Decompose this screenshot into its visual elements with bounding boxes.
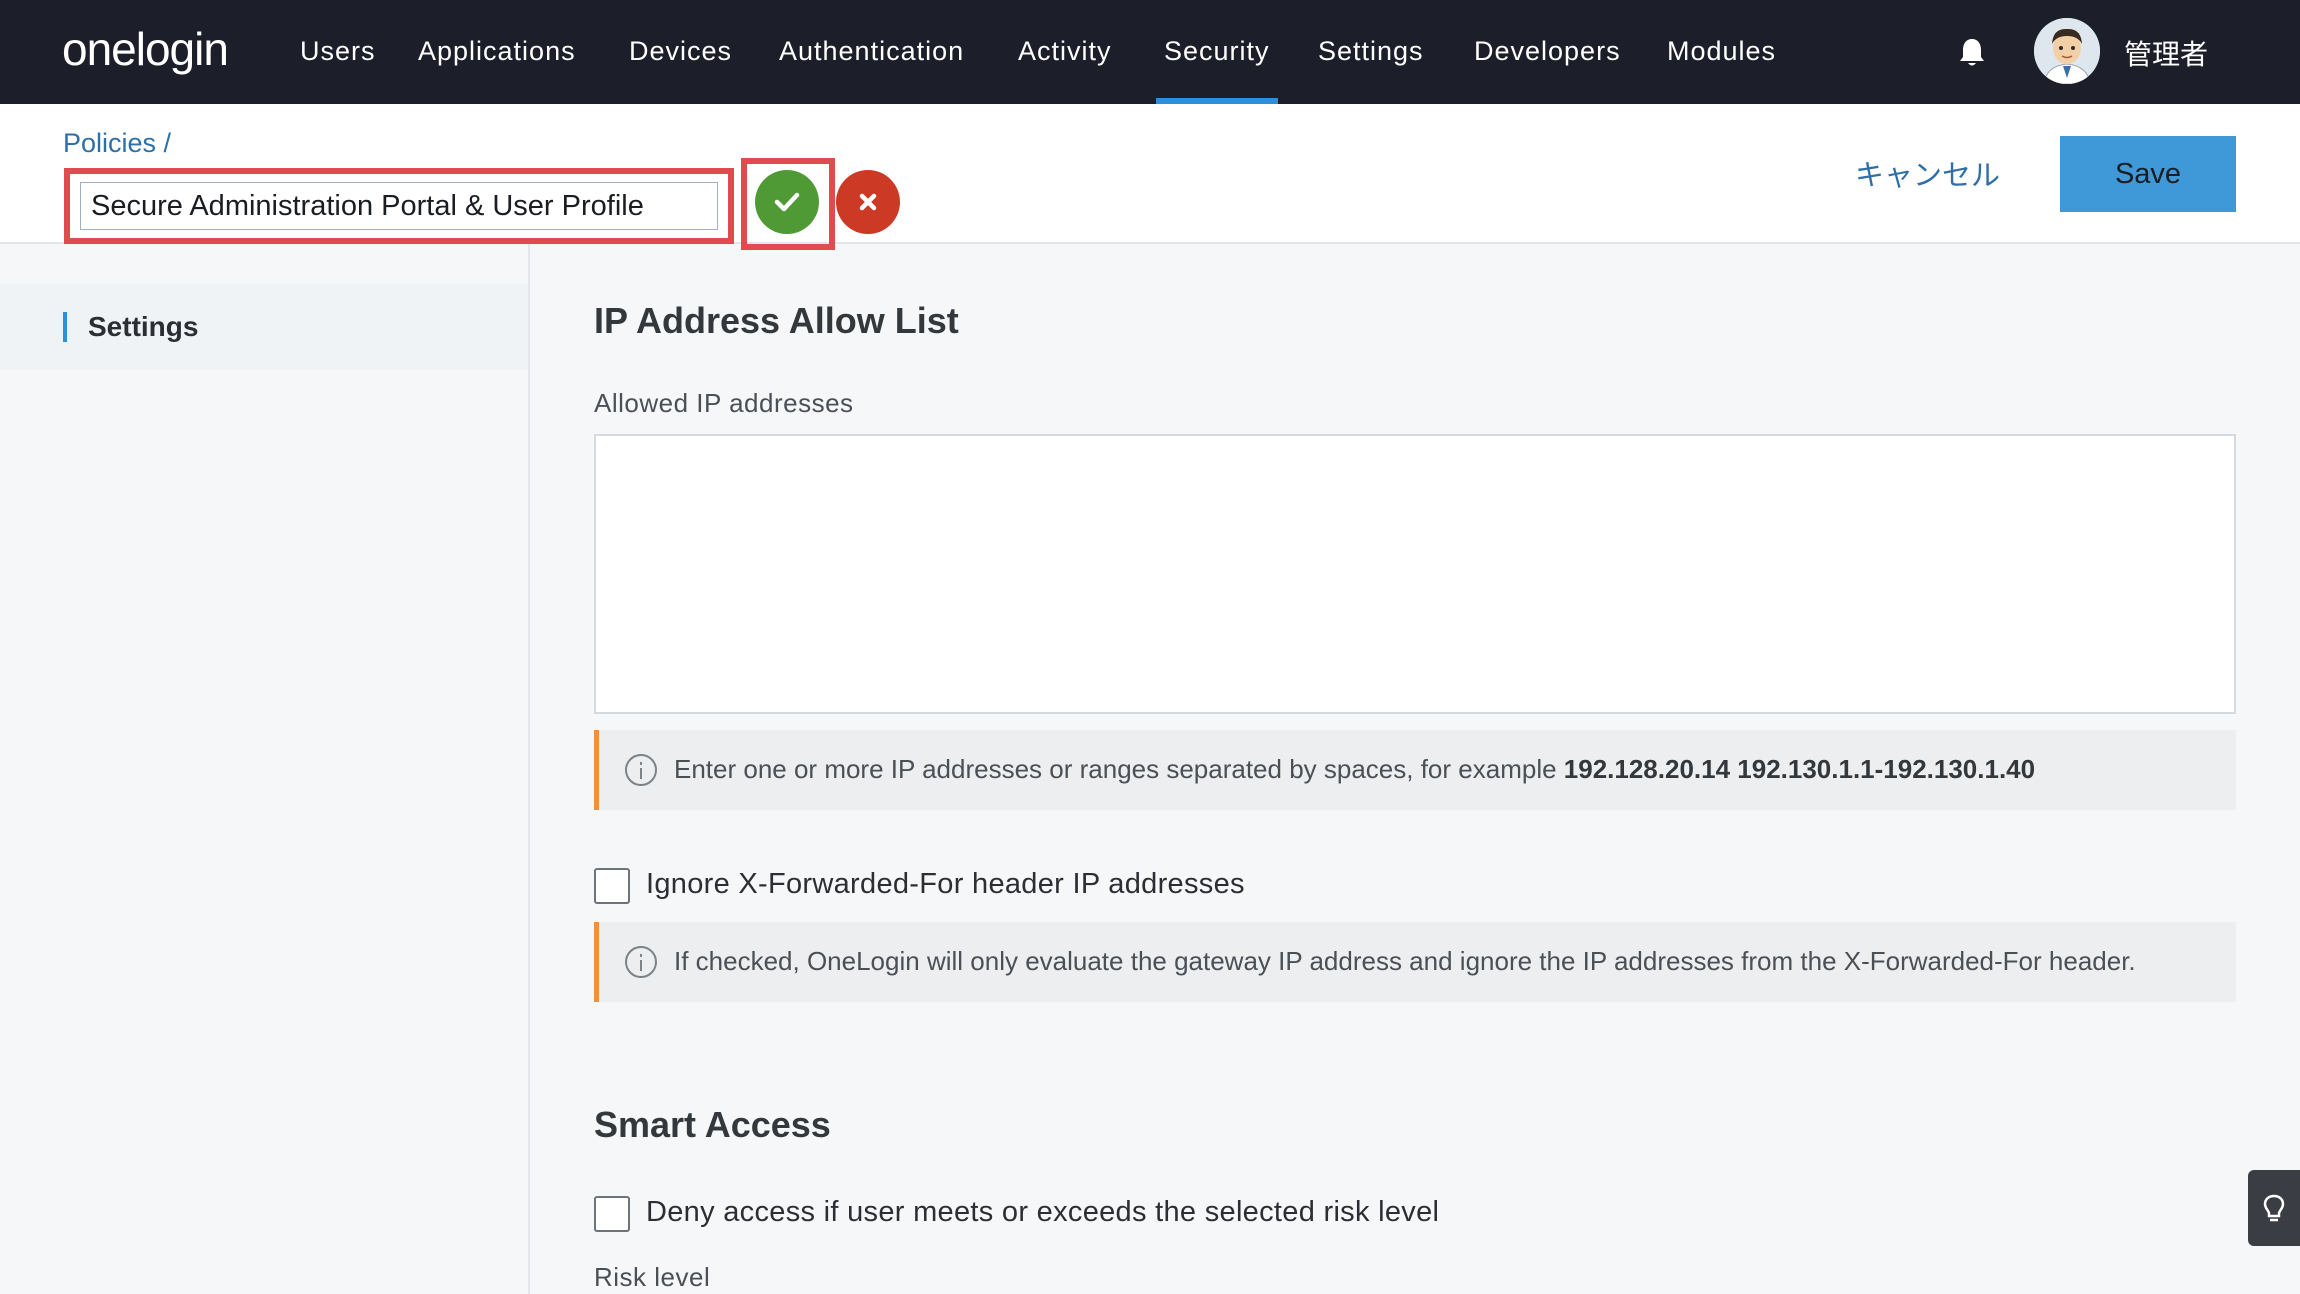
xff-checkbox[interactable] [594,868,630,904]
policy-name-highlight [64,168,734,244]
user-name[interactable]: 管理者 [2124,33,2208,73]
nav-item-activity[interactable]: Activity [1018,36,1112,67]
sidebar-item-label: Settings [88,311,199,342]
top-nav: onelogin Users Applications Devices Auth… [0,0,2300,104]
nav-item-settings[interactable]: Settings [1318,36,1424,67]
help-tab[interactable] [2248,1170,2300,1246]
ip-hint-text: Enter one or more IP addresses or ranges… [674,754,2036,784]
deny-access-label[interactable]: Deny access if user meets or exceeds the… [646,1196,1439,1229]
nav-item-security[interactable]: Security [1164,36,1270,67]
active-indicator [63,312,67,342]
lightbulb-icon [2263,1194,2285,1222]
nav-item-authentication[interactable]: Authentication [779,36,964,67]
breadcrumb[interactable]: Policies / [63,128,171,159]
risk-level-label: Risk level [594,1262,711,1292]
nav-item-devices[interactable]: Devices [629,36,732,67]
smart-access-title: Smart Access [594,1104,831,1145]
xff-label[interactable]: Ignore X-Forwarded-For header IP address… [646,868,1245,901]
allowed-ip-label: Allowed IP addresses [594,388,854,418]
policy-header: Policies / キャンセル Save [0,104,2300,250]
xff-hint-text: If checked, OneLogin will only evaluate … [674,946,2136,976]
onelogin-logo[interactable]: onelogin [62,22,229,76]
bell-icon[interactable] [1956,36,1988,70]
main-content: IP Address Allow List Allowed IP address… [532,244,2300,1294]
discard-name-button[interactable] [836,170,900,234]
allowed-ip-textarea[interactable] [594,434,2236,714]
nav-item-applications[interactable]: Applications [418,36,576,67]
ip-hint-box: Enter one or more IP addresses or ranges… [594,730,2236,810]
policy-name-input[interactable] [80,182,718,230]
info-icon [625,946,657,978]
nav-item-developers[interactable]: Developers [1474,36,1621,67]
xff-hint-box: If checked, OneLogin will only evaluate … [594,922,2236,1002]
close-icon [859,193,877,211]
check-icon [774,192,800,212]
ip-allow-list-title: IP Address Allow List [594,300,959,341]
cancel-button[interactable]: キャンセル [1855,152,2000,194]
deny-access-checkbox[interactable] [594,1196,630,1232]
avatar[interactable] [2034,18,2100,84]
save-button[interactable]: Save [2060,136,2236,212]
sidebar: Settings [0,244,530,1294]
confirm-name-button[interactable] [755,170,819,234]
sidebar-item-settings[interactable]: Settings [0,284,528,370]
info-icon [625,754,657,786]
nav-item-users[interactable]: Users [300,36,376,67]
nav-item-modules[interactable]: Modules [1667,36,1776,67]
